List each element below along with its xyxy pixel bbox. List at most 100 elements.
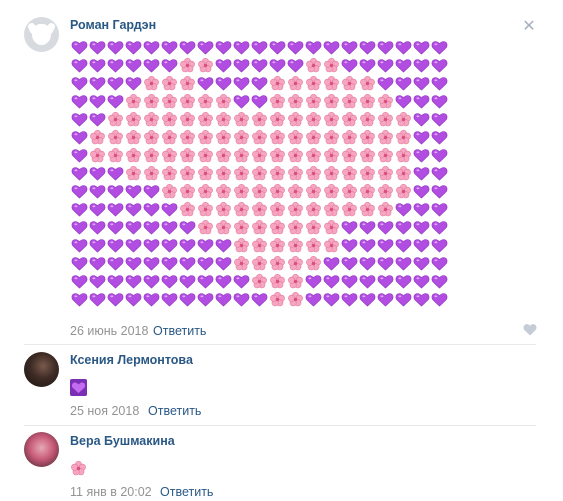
purple-heart-icon <box>413 40 429 55</box>
emoji-flower <box>304 128 322 146</box>
purple-heart-icon <box>143 274 159 289</box>
purple-heart-icon <box>377 40 393 55</box>
cherry-blossom-icon <box>341 183 357 198</box>
post-author-name[interactable]: Роман Гардэн <box>70 18 156 32</box>
close-icon[interactable]: ✕ <box>521 19 537 35</box>
emoji-heart <box>88 182 106 200</box>
cherry-blossom-icon <box>251 237 267 252</box>
emoji-heart <box>232 74 250 92</box>
cherry-blossom-icon <box>269 219 285 234</box>
cherry-blossom-icon <box>305 147 321 162</box>
avatar[interactable] <box>24 352 59 387</box>
purple-heart-icon <box>251 76 267 91</box>
cherry-blossom-icon <box>107 147 123 162</box>
emoji-flower <box>304 218 322 236</box>
cherry-blossom-icon <box>287 75 303 90</box>
cherry-blossom-icon <box>341 165 357 180</box>
cherry-blossom-icon <box>125 129 141 144</box>
purple-heart-icon <box>71 112 87 127</box>
emoji-flower <box>286 236 304 254</box>
emoji-flower <box>232 146 250 164</box>
emoji-flower <box>340 146 358 164</box>
cherry-blossom-icon <box>143 147 159 162</box>
emoji-heart <box>178 218 196 236</box>
purple-heart-icon <box>107 292 123 307</box>
purple-heart-icon <box>89 256 105 271</box>
purple-heart-icon <box>107 58 123 73</box>
cherry-blossom-icon <box>251 165 267 180</box>
emoji-flower <box>268 254 286 272</box>
purple-heart-icon <box>251 58 267 73</box>
cherry-blossom-icon <box>269 201 285 216</box>
heart-like-icon[interactable] <box>523 323 537 336</box>
avatar[interactable] <box>24 432 59 467</box>
emoji-flower <box>250 164 268 182</box>
cherry-blossom-icon <box>341 129 357 144</box>
cherry-blossom-icon <box>269 255 285 270</box>
emoji-flower <box>178 110 196 128</box>
emoji-heart <box>160 38 178 56</box>
purple-heart-icon <box>215 58 231 73</box>
purple-heart-icon <box>413 130 429 145</box>
purple-heart-icon <box>359 256 375 271</box>
purple-heart-icon <box>413 256 429 271</box>
purple-heart-icon <box>107 166 123 181</box>
emoji-flower <box>304 56 322 74</box>
purple-heart-icon <box>143 184 159 199</box>
cherry-blossom-icon <box>179 111 195 126</box>
purple-heart-icon <box>125 292 141 307</box>
cherry-blossom-icon <box>323 75 339 90</box>
emoji-flower <box>358 182 376 200</box>
reply-button[interactable]: Ответить <box>153 324 206 338</box>
cherry-blossom-icon <box>143 165 159 180</box>
cherry-blossom-icon <box>233 129 249 144</box>
purple-heart-icon <box>89 58 105 73</box>
emoji-flower <box>214 92 232 110</box>
reply-button[interactable]: Ответить <box>148 404 201 418</box>
post-date[interactable]: 26 июнь 2018 <box>70 324 148 338</box>
cherry-blossom-icon <box>161 75 177 90</box>
emoji-heart <box>106 254 124 272</box>
cherry-blossom-icon <box>305 75 321 90</box>
emoji-heart <box>70 218 88 236</box>
purple-heart-icon <box>341 40 357 55</box>
purple-heart-icon <box>215 238 231 253</box>
emoji-heart <box>106 236 124 254</box>
emoji-flower <box>322 182 340 200</box>
emoji-heart <box>412 92 430 110</box>
comment-author-name[interactable]: Вера Бушмакина <box>70 434 175 448</box>
emoji-heart <box>358 218 376 236</box>
reply-button[interactable]: Ответить <box>160 485 213 499</box>
emoji-heart <box>412 110 430 128</box>
cherry-blossom-icon <box>341 111 357 126</box>
emoji-flower <box>394 128 412 146</box>
cherry-blossom-icon <box>305 183 321 198</box>
emoji-heart <box>268 56 286 74</box>
emoji-flower <box>232 110 250 128</box>
purple-heart-icon <box>431 76 447 91</box>
comment-date[interactable]: 11 янв в 20:02 <box>70 485 152 499</box>
emoji-heart <box>88 92 106 110</box>
comment-date[interactable]: 25 ноя 2018 <box>70 404 139 418</box>
cherry-blossom-icon <box>215 183 231 198</box>
emoji-heart <box>70 236 88 254</box>
cherry-blossom-icon <box>395 129 411 144</box>
emoji-heart <box>340 38 358 56</box>
emoji-heart <box>88 110 106 128</box>
purple-heart-icon <box>71 130 87 145</box>
emoji-heart <box>376 236 394 254</box>
cherry-blossom-icon <box>215 147 231 162</box>
purple-heart-icon <box>395 76 411 91</box>
avatar[interactable] <box>24 17 59 52</box>
emoji-heart <box>160 56 178 74</box>
purple-heart-icon <box>431 58 447 73</box>
purple-heart-icon <box>413 76 429 91</box>
emoji-heart <box>322 254 340 272</box>
emoji-flower <box>160 74 178 92</box>
emoji-heart <box>430 200 448 218</box>
emoji-flower <box>142 128 160 146</box>
purple-heart-icon <box>89 292 105 307</box>
comment-author-name[interactable]: Ксения Лермонтова <box>70 353 193 367</box>
purple-heart-icon <box>107 184 123 199</box>
purple-heart-icon <box>341 292 357 307</box>
